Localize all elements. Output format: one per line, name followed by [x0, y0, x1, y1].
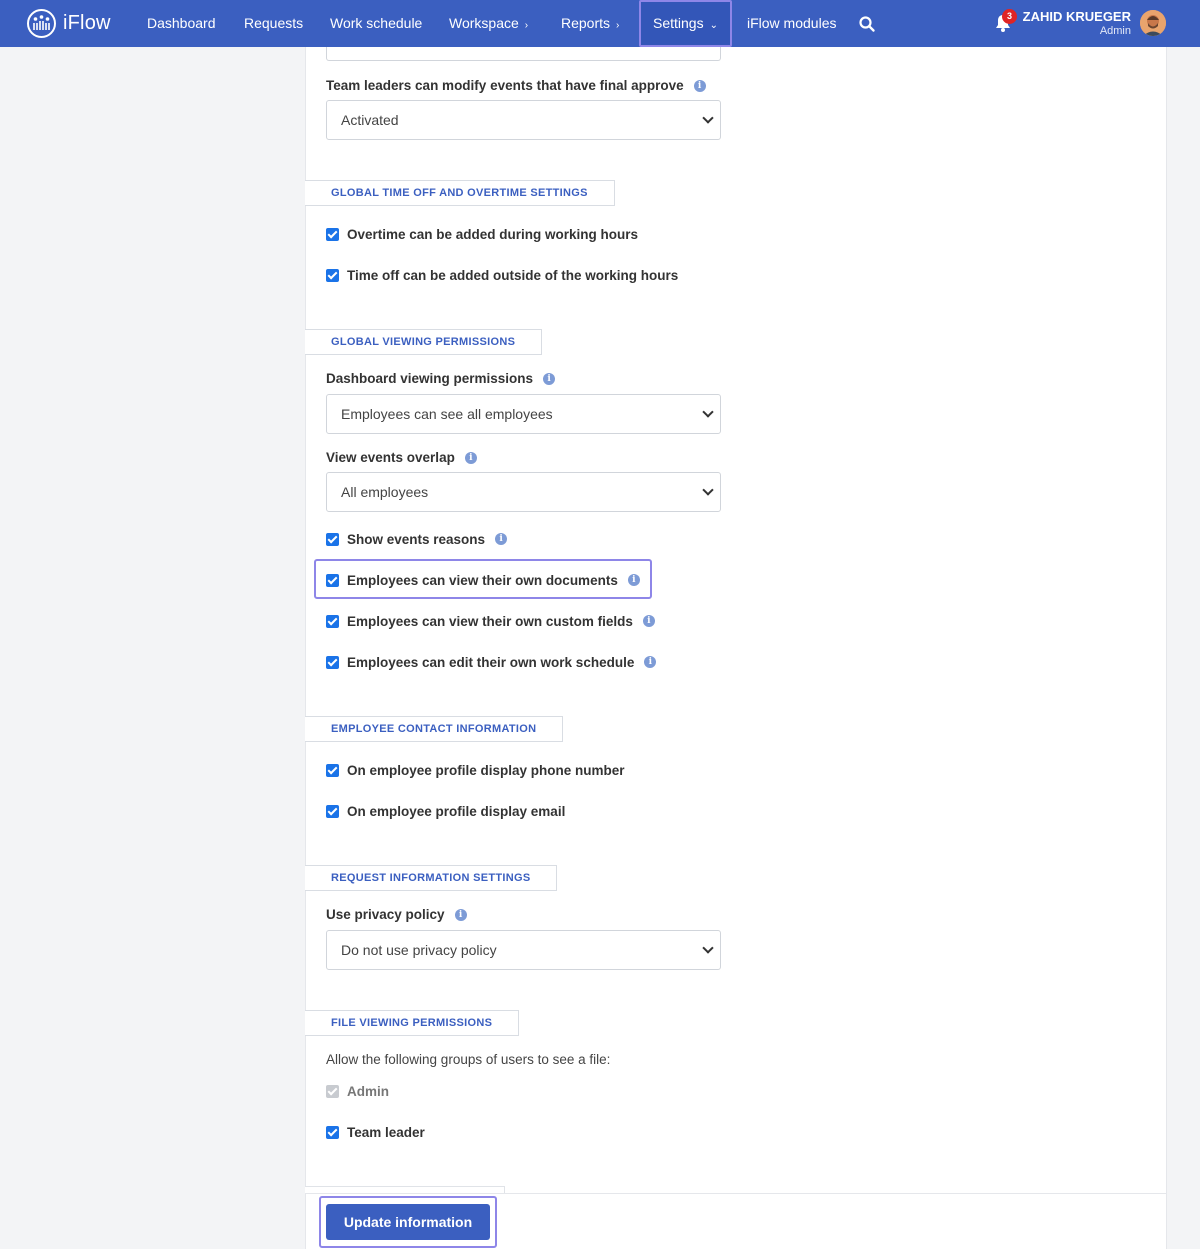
info-icon[interactable]: i	[693, 79, 706, 92]
user-role: Admin	[1099, 25, 1131, 37]
section-request-information: REQUEST INFORMATION SETTINGS	[305, 865, 558, 891]
dashboard-viewing-label: Dashboard viewing permissions i	[326, 371, 556, 386]
checkbox-file-team-leader[interactable]: Team leader	[326, 1124, 425, 1140]
checkbox-label: Admin	[347, 1083, 389, 1099]
chevron-right-icon: ›	[524, 20, 529, 31]
chevron-down-icon: ⌄	[709, 20, 718, 31]
nav-work-schedule[interactable]: Work schedule	[330, 0, 422, 47]
nav-dashboard-label: Dashboard	[147, 15, 216, 31]
nav-requests[interactable]: Requests	[244, 0, 303, 47]
notification-count-badge: 3	[1002, 9, 1017, 24]
info-icon[interactable]: i	[543, 372, 556, 385]
update-information-button[interactable]: Update information	[326, 1204, 490, 1240]
checkbox-show-events-reasons[interactable]: Show events reasons i	[326, 531, 508, 547]
chevron-right-icon: ›	[616, 20, 620, 31]
checkbox-edit-own-schedule[interactable]: Employees can edit their own work schedu…	[326, 654, 657, 670]
checkbox-label: Employees can view their own documents	[347, 572, 618, 588]
info-icon[interactable]: i	[642, 615, 655, 627]
privacy-policy-text: Use privacy policy	[326, 907, 445, 922]
checkbox-checked-icon[interactable]	[326, 268, 339, 282]
team-leaders-modify-select[interactable]: Activated	[326, 100, 721, 140]
iflow-logo-icon	[27, 9, 56, 38]
checkbox-view-own-custom-fields[interactable]: Employees can view their own custom fiel…	[326, 613, 655, 629]
events-overlap-text: View events overlap	[326, 450, 455, 465]
dashboard-viewing-value: Employees can see all employees	[341, 406, 553, 422]
team-leaders-modify-value: Activated	[341, 112, 399, 128]
nav-dashboard[interactable]: Dashboard	[147, 0, 216, 47]
section-file-viewing: FILE VIEWING PERMISSIONS	[305, 1010, 520, 1036]
nav-work-schedule-label: Work schedule	[330, 15, 423, 31]
chevron-down-icon	[702, 112, 714, 124]
chevron-down-icon	[702, 942, 714, 954]
checkbox-display-phone[interactable]: On employee profile display phone number	[326, 762, 625, 778]
checkbox-disabled-icon	[326, 1084, 339, 1098]
checkbox-checked-icon[interactable]	[326, 1125, 339, 1139]
nav-modules-label: iFlow modules	[747, 15, 837, 31]
info-icon[interactable]: i	[644, 656, 657, 668]
search-icon[interactable]	[858, 15, 876, 33]
top-navbar: iFlow Dashboard Requests Work schedule W…	[0, 0, 1200, 47]
file-permissions-intro: Allow the following groups of users to s…	[326, 1052, 611, 1067]
checkbox-view-own-documents[interactable]: Employees can view their own documents i	[326, 572, 640, 588]
checkbox-file-admin: Admin	[326, 1083, 389, 1099]
checkbox-label: Overtime can be added during working hou…	[347, 226, 639, 242]
events-overlap-label: View events overlap i	[326, 450, 477, 465]
checkbox-checked-icon[interactable]	[326, 614, 339, 628]
checkbox-label: Employees can edit their own work schedu…	[347, 654, 635, 670]
app-logo[interactable]: iFlow	[26, 8, 111, 39]
info-icon[interactable]: i	[627, 574, 640, 586]
nav-settings[interactable]: Settings ⌄	[639, 0, 732, 47]
nav-iflow-modules[interactable]: iFlow modules	[747, 0, 836, 47]
privacy-policy-value: Do not use privacy policy	[341, 942, 497, 958]
checkbox-label: On employee profile display phone number	[347, 762, 625, 778]
checkbox-time-off-outside-hours[interactable]: Time off can be added outside of the wor…	[326, 267, 678, 283]
checkbox-label: Show events reasons	[347, 531, 486, 547]
nav-workspace-label: Workspace	[449, 15, 519, 31]
privacy-policy-label: Use privacy policy i	[326, 907, 467, 922]
checkbox-label: Time off can be added outside of the wor…	[347, 267, 679, 283]
nav-reports-label: Reports	[561, 15, 611, 31]
checkbox-display-email[interactable]: On employee profile display email	[326, 803, 565, 819]
privacy-policy-select[interactable]: Do not use privacy policy	[326, 930, 721, 970]
dashboard-viewing-text: Dashboard viewing permissions	[326, 371, 534, 386]
checkbox-checked-icon[interactable]	[326, 532, 339, 546]
nav-reports[interactable]: Reports ›	[561, 0, 619, 47]
checkbox-checked-icon[interactable]	[326, 227, 339, 241]
checkbox-checked-icon[interactable]	[326, 573, 339, 587]
team-leaders-modify-label: Team leaders can modify events that have…	[326, 78, 706, 93]
checkbox-label: On employee profile display email	[347, 803, 566, 819]
section-employee-contact: EMPLOYEE CONTACT INFORMATION	[305, 716, 564, 742]
checkbox-label: Team leader	[347, 1124, 425, 1140]
previous-select-field[interactable]	[326, 47, 721, 61]
nav-settings-label: Settings	[653, 15, 704, 31]
info-icon[interactable]: i	[464, 451, 477, 464]
section-time-off-overtime: GLOBAL TIME OFF AND OVERTIME SETTINGS	[305, 180, 615, 206]
info-icon[interactable]: i	[495, 533, 508, 545]
avatar[interactable]	[1140, 10, 1166, 36]
checkbox-checked-icon[interactable]	[326, 763, 339, 777]
app-name: iFlow	[63, 12, 111, 34]
user-name[interactable]: ZAHID KRUEGER	[1023, 9, 1131, 24]
events-overlap-value: All employees	[341, 484, 429, 500]
checkbox-checked-icon[interactable]	[326, 804, 339, 818]
dashboard-viewing-select[interactable]: Employees can see all employees	[326, 394, 721, 434]
footer-divider	[305, 1193, 1167, 1194]
nav-requests-label: Requests	[244, 15, 304, 31]
info-icon[interactable]: i	[454, 908, 467, 921]
section-viewing-permissions: GLOBAL VIEWING PERMISSIONS	[305, 329, 543, 355]
chevron-down-icon	[702, 406, 714, 418]
checkbox-label: Employees can view their own custom fiel…	[347, 613, 633, 629]
nav-workspace[interactable]: Workspace ›	[449, 0, 528, 47]
chevron-down-icon	[702, 484, 714, 496]
team-leaders-modify-text: Team leaders can modify events that have…	[326, 78, 684, 93]
checkbox-overtime-working-hours[interactable]: Overtime can be added during working hou…	[326, 226, 638, 242]
user-avatar-image	[1140, 10, 1166, 36]
checkbox-checked-icon[interactable]	[326, 655, 339, 669]
events-overlap-select[interactable]: All employees	[326, 472, 721, 512]
